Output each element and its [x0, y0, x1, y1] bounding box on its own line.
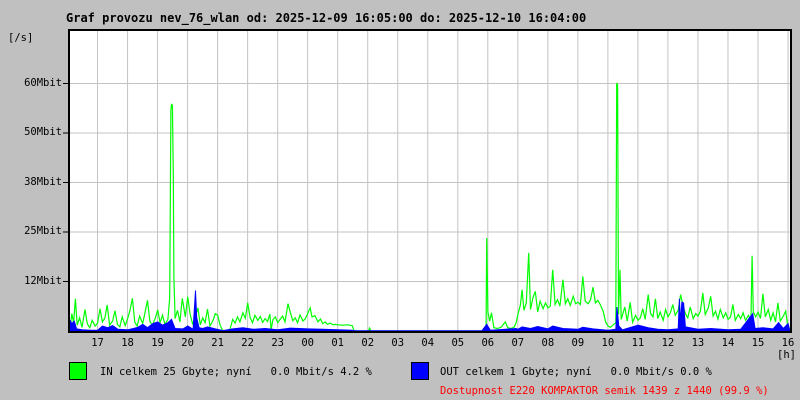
mrtg-traffic-page: { "title": "Graf provozu nev_76_wlan od:…	[0, 0, 800, 400]
x-tick-label: 13	[691, 337, 705, 349]
x-tick-label: 10	[601, 337, 615, 349]
out-legend-swatch	[411, 362, 429, 380]
x-tick-label: 20	[181, 337, 194, 349]
x-tick-label: 15	[751, 337, 765, 349]
x-tick-label: 02	[361, 337, 375, 349]
x-tick-label: 23	[271, 337, 284, 349]
y-tick-label: 60Mbit	[24, 76, 62, 89]
in-legend-label: IN celkem 25 Gbyte; nyní 0.0 Mbit/s 4.2 …	[100, 366, 372, 378]
x-tick-label: 00	[301, 337, 314, 349]
availability-status-text: Dostupnost E220 KOMPAKTOR semik 1439 z 1…	[440, 385, 769, 397]
x-tick-label: 01	[331, 337, 345, 349]
x-tick-label: 05	[451, 337, 465, 349]
x-tick-label: 17	[91, 337, 104, 349]
x-axis-unit-label: [h]	[777, 349, 796, 361]
x-tick-label: 12	[661, 337, 675, 349]
x-tick-label: 07	[511, 337, 525, 349]
x-tick-label: 18	[121, 337, 134, 349]
x-tick-label: 09	[571, 337, 585, 349]
in-legend-swatch	[69, 362, 87, 380]
x-tick-label: 04	[421, 337, 435, 349]
x-tick-label: 16	[781, 337, 795, 349]
x-tick-label: 11	[631, 337, 645, 349]
y-tick-label: 50Mbit	[24, 126, 62, 138]
x-tick-label: 06	[481, 337, 495, 349]
x-tick-label: 21	[211, 337, 224, 349]
x-tick-label: 14	[721, 337, 735, 349]
y-tick-label: 38Mbit	[24, 175, 62, 188]
y-axis-unit-label: [/s]	[8, 32, 34, 44]
x-tick-label: 22	[241, 337, 254, 349]
y-tick-label: 12Mbit	[24, 274, 62, 287]
x-tick-label: 08	[541, 337, 555, 349]
out-legend-label: OUT celkem 1 Gbyte; nyní 0.0 Mbit/s 0.0 …	[440, 366, 712, 378]
y-tick-label: 25Mbit	[24, 225, 62, 237]
x-tick-label: 03	[391, 337, 405, 349]
x-tick-label: 19	[151, 337, 164, 349]
page-title: Graf provozu nev_76_wlan od: 2025-12-09 …	[66, 11, 587, 25]
